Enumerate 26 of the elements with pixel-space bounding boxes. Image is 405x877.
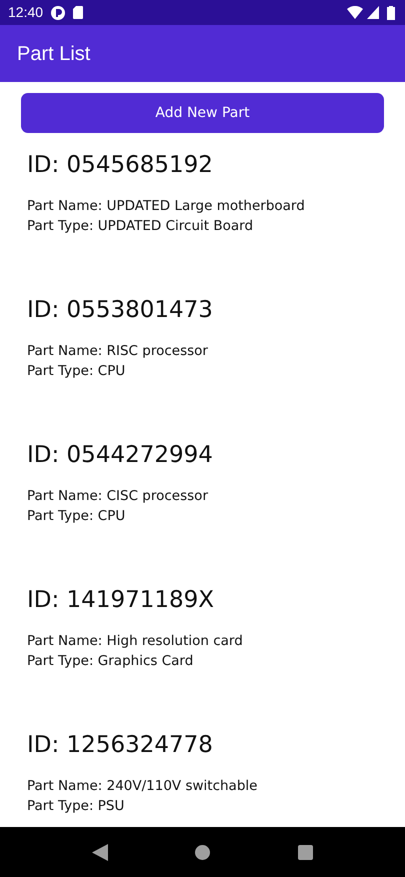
part-name: Part Name: 240V/110V switchable: [27, 777, 258, 796]
part-id: ID: 0544272994: [27, 441, 214, 470]
status-time: 12:40: [8, 3, 44, 22]
part-id: ID: 1256324778: [27, 731, 214, 760]
add-part-button[interactable]: Add New Part: [21, 93, 384, 133]
app-title: Part List: [17, 42, 90, 66]
part-type: Part Type: UPDATED Circuit Board: [27, 217, 254, 236]
home-icon[interactable]: [195, 844, 210, 860]
part-type: Part Type: CPU: [27, 507, 126, 526]
part-id: ID: 0545685192: [27, 151, 214, 180]
part-type: Part Type: CPU: [27, 362, 126, 381]
sd-card-icon: [73, 6, 84, 19]
battery-icon: [387, 6, 395, 20]
recents-icon[interactable]: [298, 844, 314, 860]
notification-icon: [51, 6, 66, 20]
part-id: ID: 0553801473: [27, 296, 214, 325]
part-name: Part Name: RISC processor: [27, 342, 209, 361]
part-name: Part Name: CISC processor: [27, 487, 209, 506]
back-icon[interactable]: [92, 844, 108, 860]
part-id: ID: 141971189X: [27, 586, 216, 615]
wifi-icon: [347, 6, 363, 19]
part-type: Part Type: PSU: [27, 797, 126, 816]
part-name: Part Name: High resolution card: [27, 632, 244, 651]
part-name: Part Name: UPDATED Large motherboard: [27, 197, 306, 216]
part-type: Part Type: Graphics Card: [27, 652, 194, 671]
signal-icon: [367, 6, 379, 19]
